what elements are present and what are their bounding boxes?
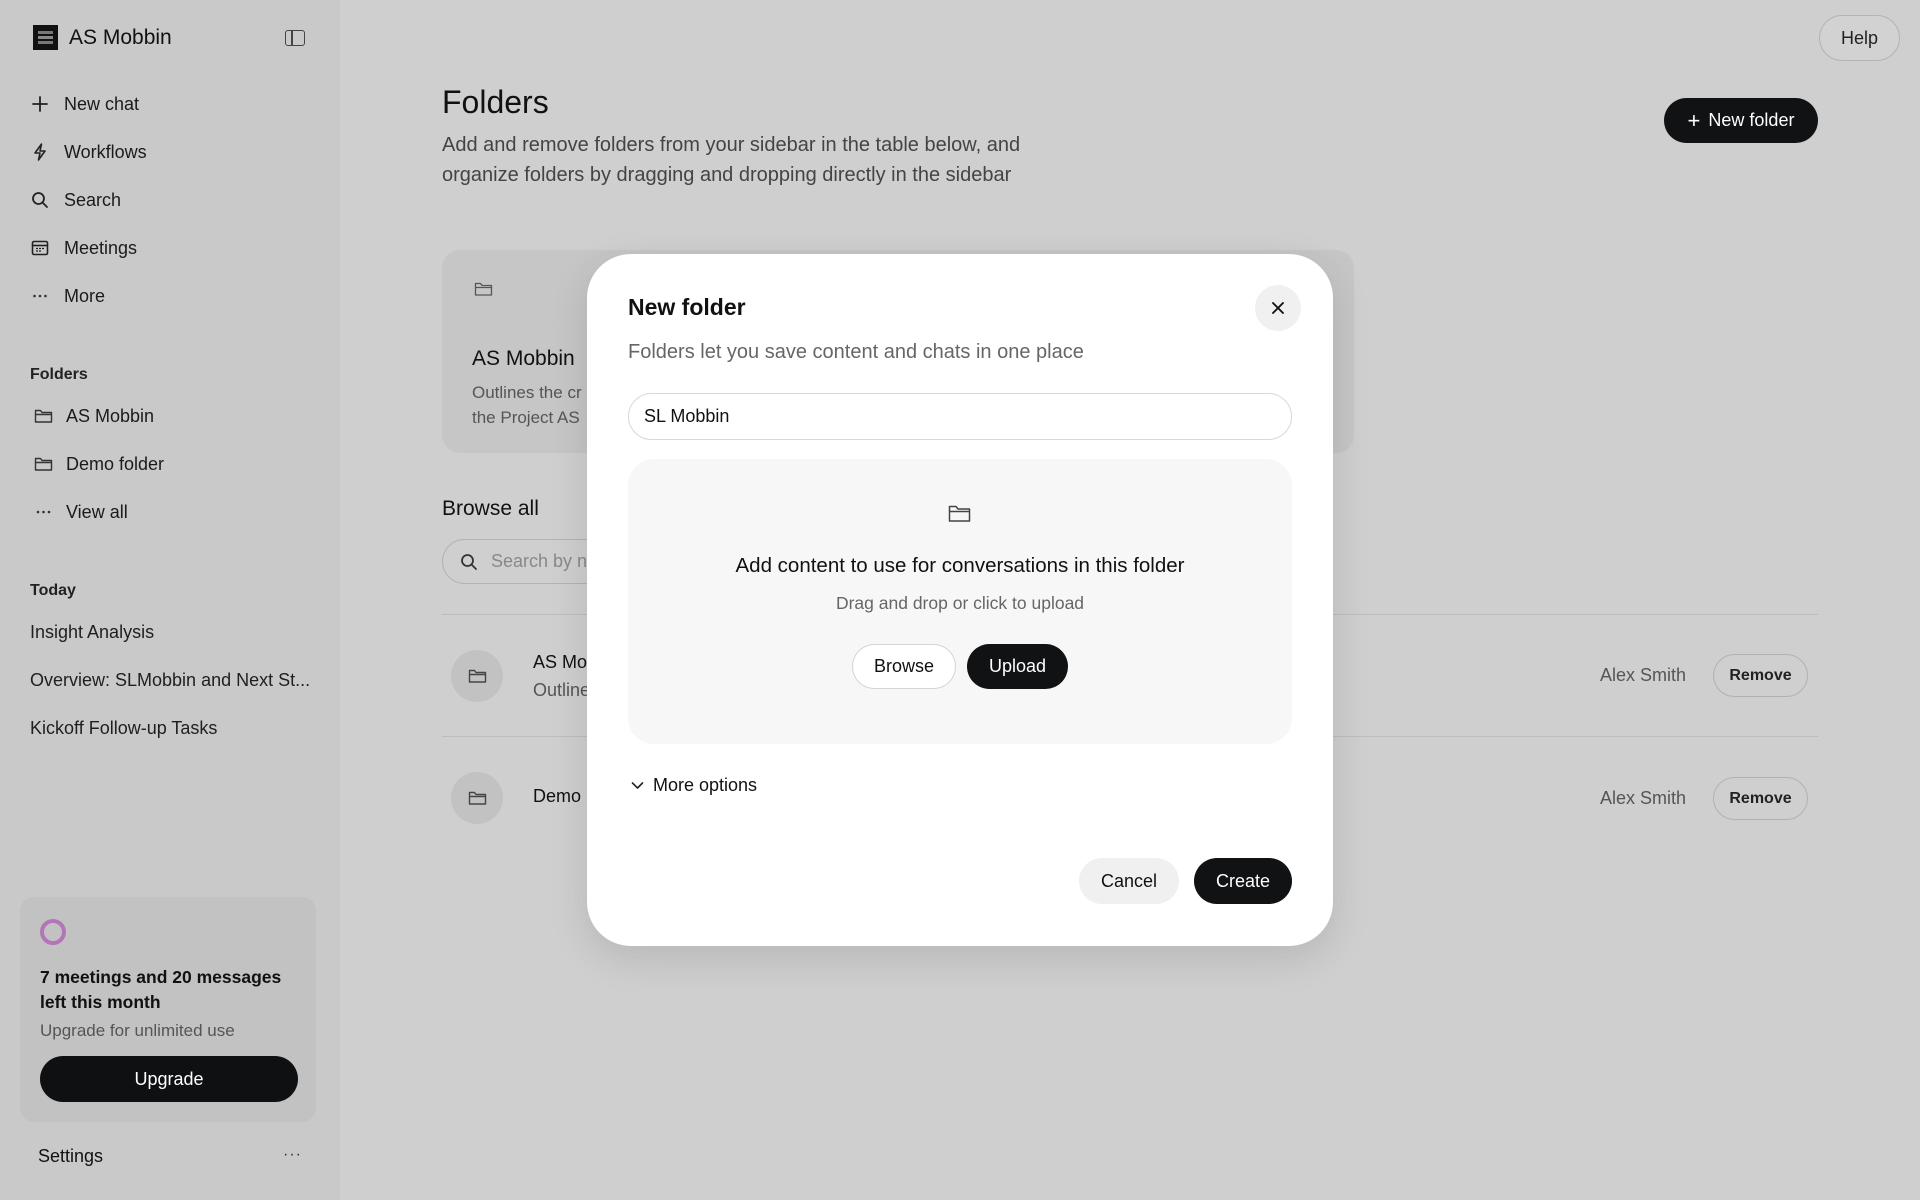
recent-chats-list: Insight Analysis Overview: SLMobbin and … <box>30 608 310 752</box>
nav-label: Search <box>64 189 122 210</box>
close-button[interactable] <box>1255 285 1301 331</box>
dropzone-subtitle: Drag and drop or click to upload <box>835 593 1085 613</box>
cancel-button[interactable]: Cancel <box>1079 858 1179 904</box>
page-description: Add and remove folders from your sidebar… <box>442 134 1021 186</box>
page-title: Folders <box>442 84 549 120</box>
folder-label: AS Mobbin <box>66 405 155 426</box>
settings-more-icon[interactable]: ··· <box>283 1146 302 1164</box>
create-button[interactable]: Create <box>1194 858 1292 904</box>
recent-chat-item[interactable]: Insight Analysis <box>30 608 310 656</box>
dropzone-title: Add content to use for conversations in … <box>735 554 1185 577</box>
folder-icon <box>468 669 486 683</box>
more-dots-icon <box>36 510 51 514</box>
folder-card-description: Outlines the cr the Project AS <box>472 380 582 430</box>
folder-label: Demo folder <box>66 453 165 474</box>
folder-row-icon <box>451 772 503 824</box>
folder-row-icon <box>451 650 503 702</box>
help-button[interactable]: Help <box>1819 15 1900 61</box>
nav-workflows[interactable]: Workflows <box>30 128 147 176</box>
remove-folder-button[interactable]: Remove <box>1713 777 1808 820</box>
upload-button[interactable]: Upload <box>967 644 1068 689</box>
close-icon <box>1272 302 1284 314</box>
folder-row-name[interactable]: Demo <box>533 786 581 807</box>
folder-card-description-line: the Project AS <box>472 408 580 427</box>
usage-subtitle: Upgrade for unlimited use <box>40 1021 235 1040</box>
folder-row-owner: Alex Smith <box>1600 665 1687 685</box>
folder-icon <box>474 282 493 296</box>
usage-card: 7 meetings and 20 messages left this mon… <box>20 897 316 1122</box>
calendar-icon <box>30 238 50 258</box>
sidebar-folder-list: AS Mobbin Demo folder View all <box>34 392 164 536</box>
nav-search[interactable]: Search <box>30 176 147 224</box>
folder-name-input[interactable] <box>628 393 1292 440</box>
new-folder-dialog: New folder Folders let you save content … <box>587 254 1333 946</box>
folder-card-description-line: Outlines the cr <box>472 383 582 402</box>
plus-icon <box>30 94 50 114</box>
folder-icon <box>468 791 486 805</box>
upgrade-button[interactable]: Upgrade <box>40 1056 298 1102</box>
more-dots-icon <box>30 286 50 306</box>
remove-folder-button[interactable]: Remove <box>1713 654 1808 697</box>
nav-label: Meetings <box>64 237 138 258</box>
folder-label: View all <box>66 501 128 522</box>
workspace-logo <box>33 25 58 50</box>
bolt-icon <box>30 142 50 162</box>
nav-label: Workflows <box>64 141 147 162</box>
sidebar-toggle-icon[interactable] <box>285 30 305 46</box>
folder-row-name[interactable]: AS Mo <box>533 652 587 673</box>
folder-row-owner: Alex Smith <box>1600 788 1687 808</box>
search-placeholder: Search by na <box>491 551 598 571</box>
more-options-label: More options <box>653 775 758 795</box>
today-section-label: Today <box>30 582 76 599</box>
plus-icon: + <box>1687 107 1701 133</box>
recent-chat-item[interactable]: Overview: SLMobbin and Next St... <box>30 656 310 704</box>
nav-label: New chat <box>64 93 140 114</box>
new-folder-label: New folder <box>1708 110 1795 130</box>
folder-card-title: AS Mobbin <box>472 347 575 370</box>
sidebar: AS Mobbin New chat Workflows Search Meet… <box>0 0 340 1200</box>
nav-more[interactable]: More <box>30 272 147 320</box>
recent-chat-item[interactable]: Kickoff Follow-up Tasks <box>30 704 310 752</box>
folder-icon <box>948 505 971 522</box>
sidebar-folder-demo[interactable]: Demo folder <box>34 440 164 488</box>
search-icon <box>30 190 50 210</box>
usage-progress-icon <box>40 919 66 945</box>
sidebar-folder-as-mobbin[interactable]: AS Mobbin <box>34 392 164 440</box>
workspace-switcher[interactable]: AS Mobbin <box>33 25 172 50</box>
upload-dropzone[interactable]: Add content to use for conversations in … <box>628 459 1292 744</box>
workspace-name: AS Mobbin <box>69 25 172 49</box>
more-options-toggle[interactable]: More options <box>631 775 757 796</box>
nav-meetings[interactable]: Meetings <box>30 224 147 272</box>
folder-row-description: Outline <box>533 680 591 700</box>
folder-icon <box>34 457 53 471</box>
browse-all-heading: Browse all <box>442 497 539 520</box>
folder-icon <box>34 409 53 423</box>
new-folder-button[interactable]: + New folder <box>1664 98 1818 143</box>
dialog-subtitle: Folders let you save content and chats i… <box>628 341 1084 363</box>
settings-link[interactable]: Settings <box>38 1146 103 1167</box>
chevron-down-icon <box>631 782 644 789</box>
nav-label: More <box>64 285 106 306</box>
search-icon <box>461 553 477 570</box>
folders-section-label: Folders <box>30 366 88 383</box>
usage-title: 7 meetings and 20 messages left this mon… <box>40 967 282 1012</box>
sidebar-nav: New chat Workflows Search Meetings More <box>30 80 147 320</box>
dialog-title: New folder <box>628 294 746 320</box>
nav-new-chat[interactable]: New chat <box>30 80 147 128</box>
sidebar-folders-view-all[interactable]: View all <box>34 488 164 536</box>
browse-button[interactable]: Browse <box>852 644 956 689</box>
